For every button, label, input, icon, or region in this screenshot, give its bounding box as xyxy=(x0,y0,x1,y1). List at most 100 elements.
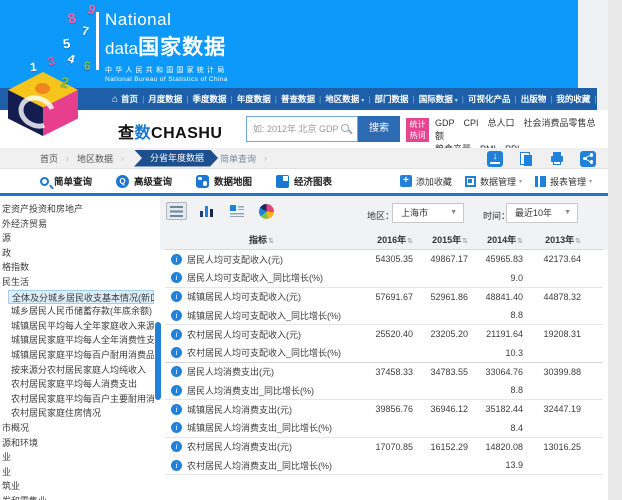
breadcrumb-region-data[interactable]: 地区数据 xyxy=(77,152,113,165)
indicator-label[interactable]: 居民人均可支配收入_同比增长(%) xyxy=(187,271,323,284)
header-2016[interactable]: 2016年⇅ xyxy=(358,233,413,246)
info-icon[interactable]: i xyxy=(171,291,182,302)
indicator-label[interactable]: 城镇居民人均可支配收入_同比增长(%) xyxy=(187,309,341,322)
nav-item-1[interactable]: ⌂首页 xyxy=(112,93,138,105)
info-icon[interactable]: i xyxy=(171,385,182,396)
hot-word-link[interactable]: 社会消费品零售总额 xyxy=(435,118,596,141)
sidebar-item-4[interactable]: 政 xyxy=(0,246,154,261)
hot-word-link[interactable]: 总人口 xyxy=(488,118,515,128)
region-select[interactable]: 上海市▼ xyxy=(392,203,464,223)
copy-icon[interactable] xyxy=(518,151,534,167)
indicator-label[interactable]: 居民人均可支配收入(元) xyxy=(187,253,283,266)
header-2013[interactable]: 2013年⇅ xyxy=(523,233,581,246)
sidebar-item-3[interactable]: 源 xyxy=(0,231,154,246)
sidebar-item-13[interactable]: 农村居民家庭平均每人消费支出 xyxy=(0,377,154,392)
search-magnifier-icon[interactable] xyxy=(341,124,349,132)
hbar-chart-view-button[interactable] xyxy=(226,202,247,220)
sidebar-item-17[interactable]: 源和环境 xyxy=(0,436,154,451)
search-button[interactable]: 搜索 xyxy=(358,116,400,142)
table-header: 指标⇅ 2016年⇅ 2015年⇅ 2014年⇅ 2013年⇅ xyxy=(165,230,603,250)
indicator-label[interactable]: 城镇居民人均消费支出_同比增长(%) xyxy=(187,421,332,434)
indicator-label[interactable]: 城镇居民人均消费支出(元) xyxy=(187,403,292,416)
nav-item-8[interactable]: 国际数据▾ xyxy=(419,93,458,105)
info-icon[interactable]: i xyxy=(171,254,182,265)
hot-word-link[interactable]: CPI xyxy=(464,118,479,128)
tab-advanced-query[interactable]: Q高级查询 xyxy=(116,174,172,188)
indicator-label[interactable]: 居民人均消费支出_同比增长(%) xyxy=(187,384,314,397)
value-cell: 23205.20 xyxy=(413,329,468,339)
sidebar-item-11[interactable]: 城镇居民家庭平均每百户耐用消费品拥有量 xyxy=(0,348,154,363)
indicator-label[interactable]: 农村居民人均可支配收入(元) xyxy=(187,328,301,341)
hot-word-link[interactable]: GDP xyxy=(435,118,455,128)
report-manage-icon xyxy=(535,176,546,187)
indicator-cell: i 居民人均消费支出_同比增长(%) xyxy=(165,384,358,397)
sidebar-item-9[interactable]: 城镇居民平均每人全年家庭收入来源 xyxy=(0,319,154,334)
data-manage-button[interactable]: 数据管理▾ xyxy=(465,175,522,188)
indicator-label[interactable]: 农村居民人均消费支出(元) xyxy=(187,440,292,453)
sidebar-item-2[interactable]: 外经济贸易 xyxy=(0,217,154,232)
view-mode-buttons xyxy=(166,202,277,220)
indicator-label[interactable]: 居民人均消费支出(元) xyxy=(187,365,274,378)
main-nav: ⌂首页|月度数据|季度数据|年度数据|普查数据|地区数据▾|部门数据|国际数据▾… xyxy=(0,88,597,110)
info-icon[interactable]: i xyxy=(171,460,182,471)
print-icon[interactable] xyxy=(549,151,565,167)
sidebar-item-16[interactable]: 市概况 xyxy=(0,421,154,436)
download-icon[interactable] xyxy=(487,151,503,167)
nav-item-11[interactable]: 我的收藏 xyxy=(556,93,590,105)
info-icon[interactable]: i xyxy=(171,347,182,358)
list-view-button[interactable] xyxy=(166,202,187,220)
sidebar-item-19[interactable]: 业 xyxy=(0,465,154,480)
info-icon[interactable]: i xyxy=(171,404,182,415)
tab-economy-charts[interactable]: 经济图表 xyxy=(276,174,332,188)
header-indicator[interactable]: 指标⇅ xyxy=(165,233,358,246)
pie-chart-view-button[interactable] xyxy=(256,202,277,220)
sidebar-item-8[interactable]: 城乡居民人民币储蓄存款(年底余额) xyxy=(0,304,154,319)
sidebar-item-6[interactable]: 民生活 xyxy=(0,275,154,290)
site-logo[interactable]: National data国家数据 中华人民共和国国家统计局 National … xyxy=(105,10,228,83)
nav-item-3[interactable]: 季度数据 xyxy=(193,93,227,105)
sidebar-item-21[interactable]: 发和零售业 xyxy=(0,494,154,500)
sidebar-item-10[interactable]: 城镇居民家庭平均每人全年消费性支出 xyxy=(0,333,154,348)
breadcrumb-active-provincial-annual[interactable]: 分省年度数据 xyxy=(134,150,218,167)
nav-item-5[interactable]: 普查数据 xyxy=(281,93,315,105)
time-select[interactable]: 最近10年▼ xyxy=(506,203,578,223)
tab-simple-query[interactable]: 简单查询 xyxy=(40,174,92,188)
nav-item-9[interactable]: 可视化产品 xyxy=(468,93,511,105)
sidebar-item-12[interactable]: 按来源分农村居民家庭人均纯收入 xyxy=(0,363,154,378)
tab-label: 高级查询 xyxy=(134,174,172,188)
header-2015[interactable]: 2015年⇅ xyxy=(413,233,468,246)
sidebar-item-1[interactable]: 定资产投资和房地产 xyxy=(0,202,154,217)
breadcrumb-home[interactable]: 首页 xyxy=(40,152,58,165)
info-icon[interactable]: i xyxy=(171,366,182,377)
sidebar-item-7[interactable]: 全体及分城乡居民收支基本情况(新口径) xyxy=(8,290,154,305)
bar-chart-view-button[interactable] xyxy=(196,202,217,220)
info-icon[interactable]: i xyxy=(171,441,182,452)
indicator-label[interactable]: 城镇居民人均可支配收入(元) xyxy=(187,290,301,303)
header-2014[interactable]: 2014年⇅ xyxy=(468,233,523,246)
info-icon[interactable]: i xyxy=(171,329,182,340)
value-cell: 44878.32 xyxy=(523,292,581,302)
tab-data-map[interactable]: 数据地图 xyxy=(196,174,252,188)
info-icon[interactable]: i xyxy=(171,310,182,321)
indicator-label[interactable]: 农村居民人均消费支出_同比增长(%) xyxy=(187,459,332,472)
sidebar-item-15[interactable]: 农村居民家庭住房情况 xyxy=(0,406,154,421)
breadcrumb-simple-query[interactable]: 简单查询 xyxy=(220,152,256,165)
info-icon[interactable]: i xyxy=(171,422,182,433)
nav-item-2[interactable]: 月度数据 xyxy=(148,93,182,105)
sidebar-item-20[interactable]: 筑业 xyxy=(0,479,154,494)
add-favorite-button[interactable]: +添加收藏 xyxy=(400,175,452,188)
nav-item-6[interactable]: 地区数据▾ xyxy=(325,93,364,105)
sidebar-item-5[interactable]: 格指数 xyxy=(0,260,154,275)
nav-item-7[interactable]: 部门数据 xyxy=(374,93,408,105)
report-manage-button[interactable]: 报表管理▾ xyxy=(535,175,592,188)
sidebar-item-14[interactable]: 农村居民家庭平均每百户主要耐用消费品拥有量 xyxy=(0,392,154,407)
nav-item-4[interactable]: 年度数据 xyxy=(237,93,271,105)
nav-separator: | xyxy=(412,94,414,104)
sidebar-scrollbar[interactable] xyxy=(155,322,161,400)
table-row: i居民人均可支配收入_同比增长(%)9.0 xyxy=(165,269,603,288)
indicator-label[interactable]: 农村居民人均可支配收入_同比增长(%) xyxy=(187,346,341,359)
share-icon[interactable] xyxy=(580,151,596,167)
nav-item-10[interactable]: 出版物 xyxy=(521,93,547,105)
sidebar-item-18[interactable]: 业 xyxy=(0,450,154,465)
info-icon[interactable]: i xyxy=(171,272,182,283)
